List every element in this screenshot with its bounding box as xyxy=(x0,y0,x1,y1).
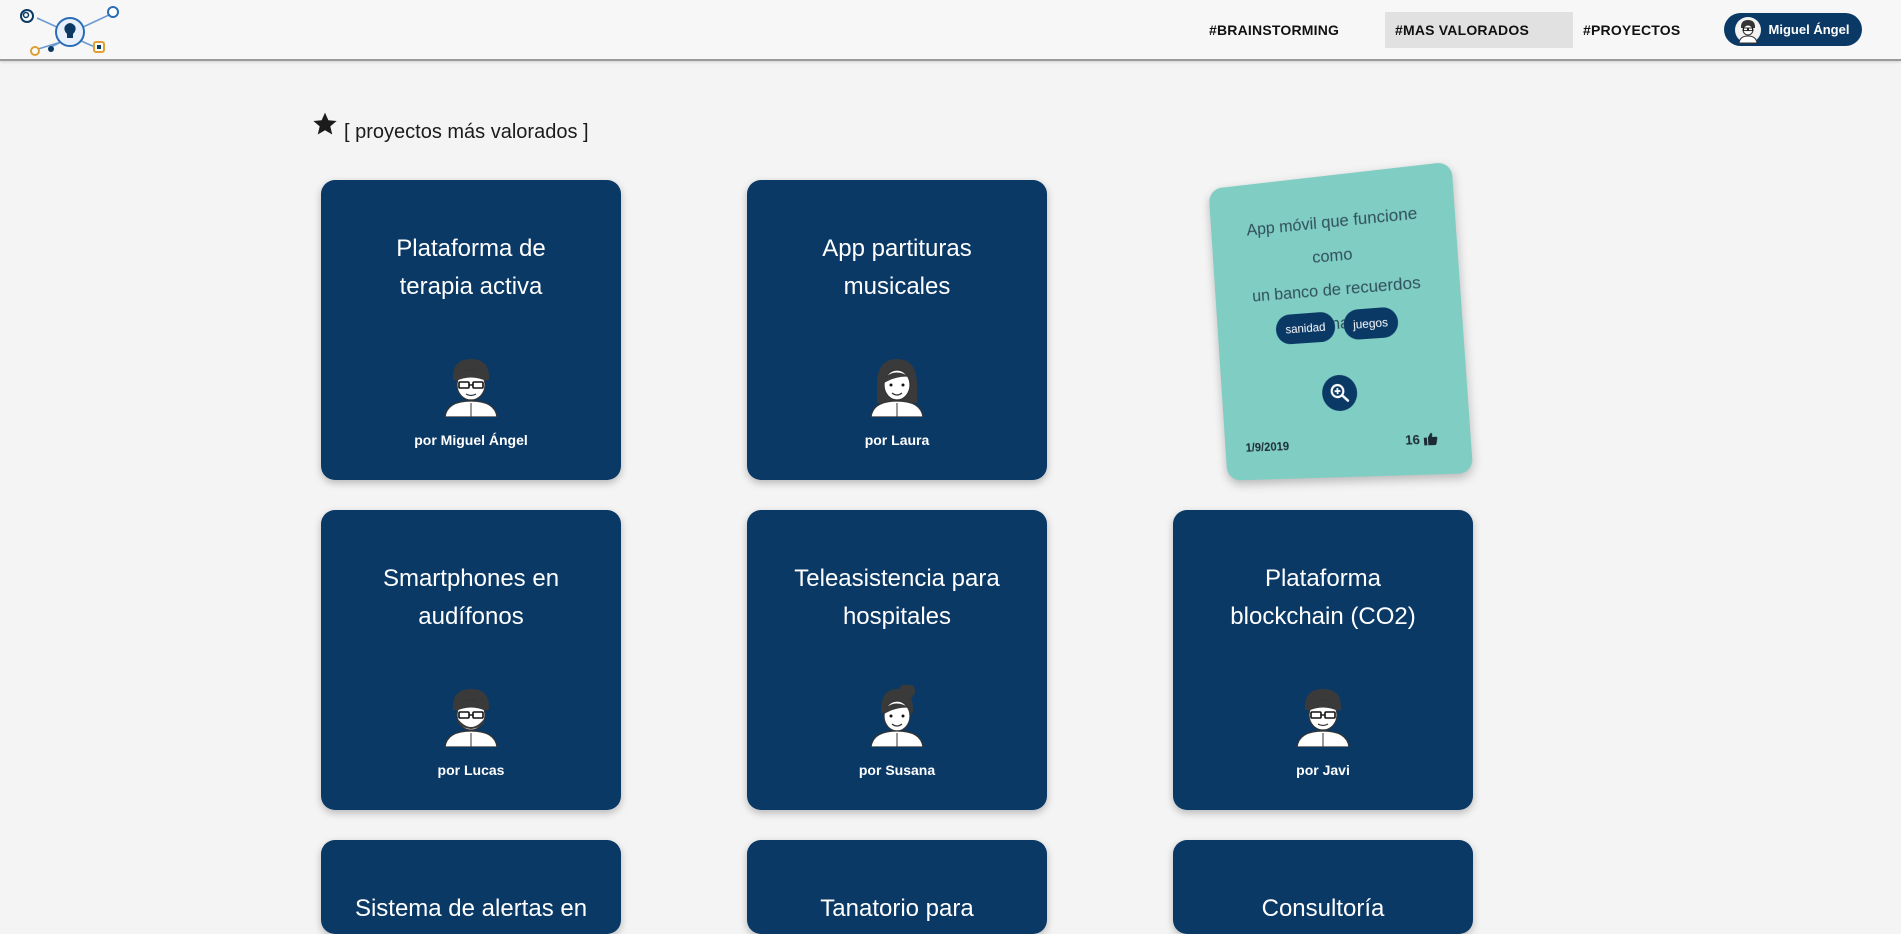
project-title-line: terapia activa xyxy=(399,273,543,300)
logo-network-bulb-icon[interactable] xyxy=(15,4,123,58)
project-title: Tanatorio para xyxy=(767,890,1027,928)
thumbs-up-icon xyxy=(1423,432,1438,446)
star-icon xyxy=(313,112,337,135)
likes-count[interactable]: 16 xyxy=(1405,431,1439,448)
zoom-in-button[interactable] xyxy=(1320,373,1359,412)
woman-bun-avatar xyxy=(870,685,924,747)
project-title-line: hospitales xyxy=(842,603,952,630)
nav-brainstorming[interactable]: #BRAINSTORMING xyxy=(1199,12,1349,48)
top-header: #BRAINSTORMING #MAS VALORADOS #PROYECTOS… xyxy=(0,0,1901,61)
project-title-line: blockchain (CO2) xyxy=(1230,603,1416,630)
project-card[interactable]: Plataforma de terapia activa por Miguel … xyxy=(321,180,621,480)
tag-juegos[interactable]: juegos xyxy=(1342,306,1400,341)
man-glasses-avatar xyxy=(1296,688,1350,747)
woman-long-hair-avatar xyxy=(870,358,924,417)
project-title-line: Teleasistencia para xyxy=(794,565,1000,592)
project-card[interactable]: Plataforma blockchain (CO2) por Javi xyxy=(1173,510,1473,810)
project-title-line: Consultoría xyxy=(1261,895,1385,922)
project-author: por Lucas xyxy=(437,762,505,778)
project-title-line: Plataforma de xyxy=(396,235,546,262)
project-title: Sistema de alertas en xyxy=(341,890,601,928)
project-title-line: App partituras xyxy=(822,235,972,262)
man-glasses-avatar xyxy=(444,358,498,417)
project-card[interactable]: Sistema de alertas en xyxy=(321,840,621,934)
project-title: Plataforma de terapia activa xyxy=(341,230,601,306)
nav-proyectos[interactable]: #PROYECTOS xyxy=(1573,12,1690,48)
project-title-line: Tanatorio para xyxy=(820,895,974,922)
project-title: Consultoría xyxy=(1193,890,1453,928)
section-title: [ proyectos más valorados ] xyxy=(344,121,589,143)
project-title-line: Plataforma xyxy=(1264,565,1382,592)
nav-mas-valorados[interactable]: #MAS VALORADOS xyxy=(1385,12,1573,48)
project-title: Plataforma blockchain (CO2) xyxy=(1193,560,1453,636)
project-card[interactable]: Teleasistencia para hospitales por Susan… xyxy=(747,510,1047,810)
zoom-in-icon xyxy=(1329,382,1350,403)
user-avatar-icon xyxy=(1735,17,1761,44)
user-menu-button[interactable]: Miguel Ángel xyxy=(1724,13,1862,46)
project-card[interactable]: Smartphones en audífonos por Lucas xyxy=(321,510,621,810)
user-name: Miguel Ángel xyxy=(1768,22,1850,37)
project-author: por Miguel Ángel xyxy=(414,432,528,448)
project-title-line: Sistema de alertas en xyxy=(354,895,588,922)
likes-number: 16 xyxy=(1404,431,1421,448)
project-card[interactable]: App partituras musicales por Laura xyxy=(747,180,1047,480)
project-title: Teleasistencia para hospitales xyxy=(767,560,1027,636)
project-author: por Susana xyxy=(858,762,936,778)
featured-project-card[interactable]: App móvil que funcione como un banco de … xyxy=(1208,161,1474,481)
project-card[interactable]: Consultoría xyxy=(1173,840,1473,934)
project-date: 1/9/2019 xyxy=(1245,439,1290,455)
project-title-line: musicales xyxy=(843,273,951,300)
project-author: por Laura xyxy=(864,432,930,448)
project-title-line: Smartphones en xyxy=(382,565,560,592)
project-title: Smartphones en audífonos xyxy=(341,560,601,636)
tag-sanidad[interactable]: sanidad xyxy=(1275,311,1337,346)
project-title: App partituras musicales xyxy=(767,230,1027,306)
project-author: por Javi xyxy=(1296,762,1350,778)
project-card[interactable]: Tanatorio para xyxy=(747,840,1047,934)
man-beard-avatar xyxy=(444,688,498,747)
project-title-line: audífonos xyxy=(418,603,524,630)
